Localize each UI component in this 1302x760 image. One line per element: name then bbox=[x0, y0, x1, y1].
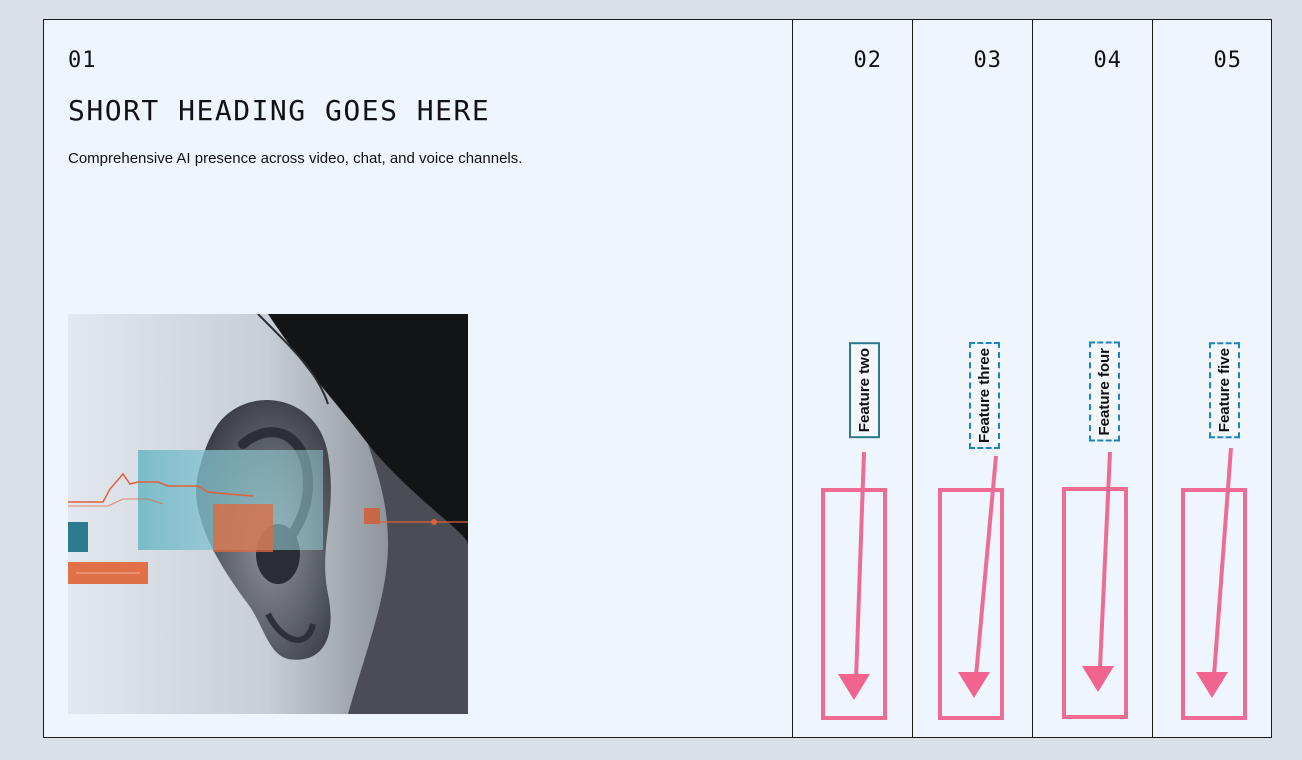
feature-label: Feature three bbox=[969, 342, 1000, 450]
feature-number: 01 bbox=[68, 48, 97, 73]
feature-tab-four[interactable]: 04 Feature four bbox=[1032, 20, 1152, 737]
ear-illustration bbox=[68, 314, 468, 714]
feature-tab-three[interactable]: 03 Feature three bbox=[912, 20, 1032, 737]
feature-number: 03 bbox=[973, 48, 1002, 73]
feature-panel-expanded[interactable]: 01 SHORT HEADING GOES HERE Comprehensive… bbox=[44, 20, 792, 737]
feature-label: Feature four bbox=[1089, 342, 1120, 442]
feature-number: 05 bbox=[1213, 48, 1242, 73]
feature-label: Feature two bbox=[849, 342, 880, 439]
ear-illustration-graphic bbox=[68, 314, 468, 714]
feature-description: Comprehensive AI presence across video, … bbox=[68, 150, 523, 167]
feature-accordion: 01 SHORT HEADING GOES HERE Comprehensive… bbox=[43, 19, 1272, 738]
feature-tab-five[interactable]: 05 Feature five bbox=[1152, 20, 1272, 737]
feature-number: 02 bbox=[853, 48, 882, 73]
feature-heading: SHORT HEADING GOES HERE bbox=[68, 94, 491, 127]
feature-tab-two[interactable]: 02 Feature two bbox=[792, 20, 912, 737]
feature-label: Feature five bbox=[1209, 342, 1240, 439]
feature-number: 04 bbox=[1093, 48, 1122, 73]
